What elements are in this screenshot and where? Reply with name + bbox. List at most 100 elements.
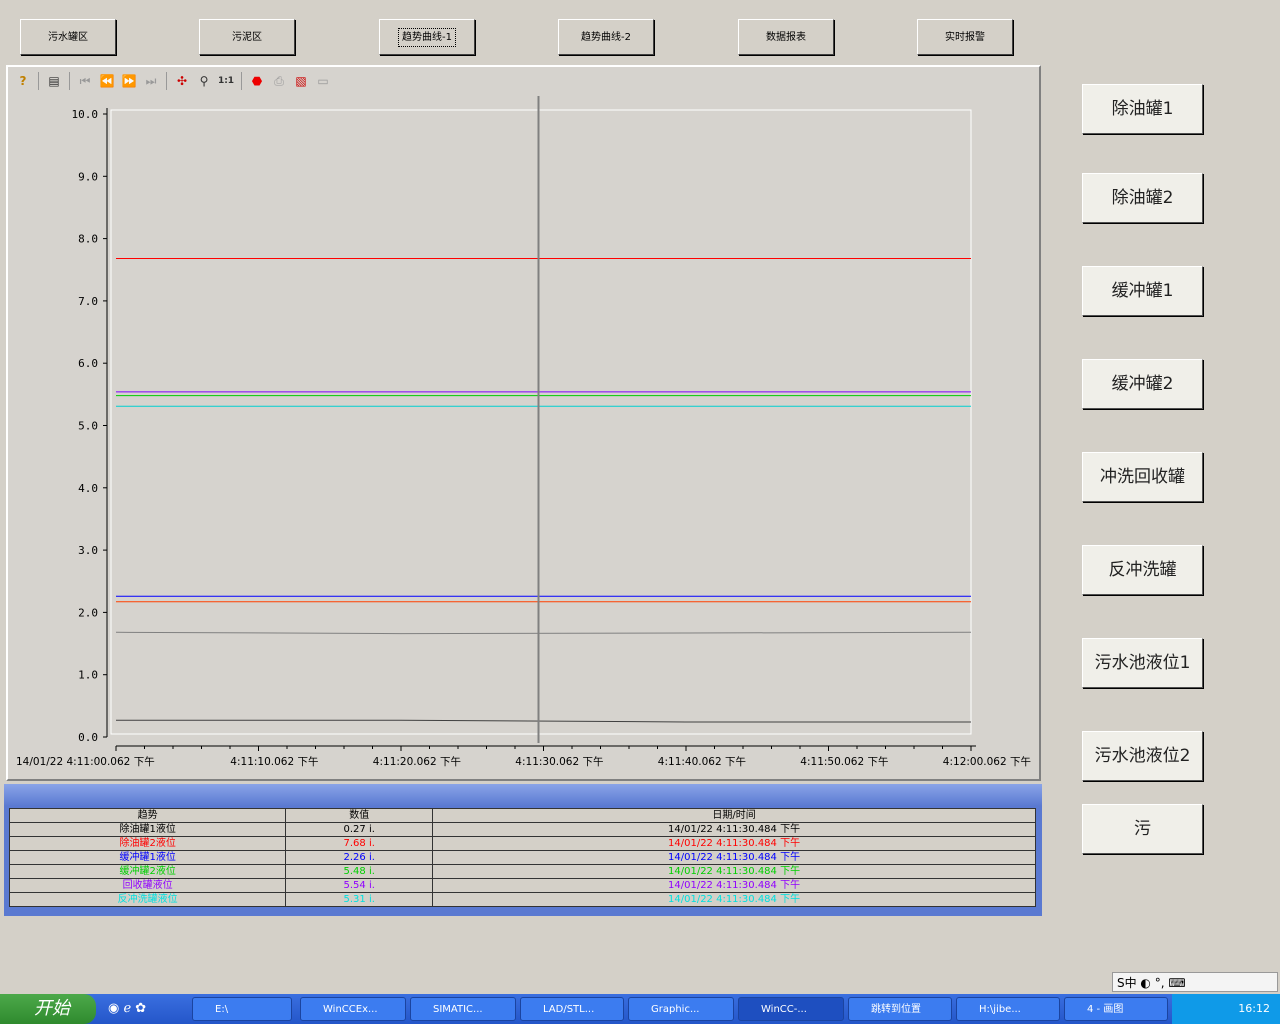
table-row: 回收罐液位 5.54 i. 14/01/22 4:11:30.484 下午: [8, 878, 1036, 893]
cell-time: 14/01/22 4:11:30.484 下午: [432, 864, 1036, 879]
cell-time: 14/01/22 4:11:30.484 下午: [432, 850, 1036, 865]
ime-status: S中 ◐ °, ⌨: [1117, 976, 1186, 990]
taskbar: 开始 ◉ ℯ ✿ E:\ WinCCEx... SIMATIC... LAD/S…: [0, 994, 1280, 1024]
nav-button-data-report[interactable]: 数据报表: [738, 19, 834, 55]
x-tick-label: 4:11:50.062 下午: [800, 755, 888, 768]
first-icon[interactable]: ⏮: [76, 72, 94, 90]
x-tick-label: 4:11:20.062 下午: [373, 755, 461, 768]
trend-chart[interactable]: 10.0 9.0 8.0 7.0 6.0 5.0 4.0 3.0 2.0 1.0 0.0 14/01…: [8, 94, 1039, 779]
plot-area: [110, 109, 972, 735]
toolbar-separator: [38, 72, 39, 90]
nav-button-sludge-area[interactable]: 污泥区: [199, 19, 295, 55]
cell-value: 5.48 i.: [285, 864, 434, 879]
col-value: 数值: [285, 808, 434, 823]
config-icon[interactable]: ▤: [45, 72, 63, 90]
side-button-sewage[interactable]: 污: [1082, 804, 1203, 854]
task-lad-stl[interactable]: LAD/STL...: [520, 997, 624, 1021]
cell-name: 除油罐1液位: [8, 822, 287, 837]
cell-value: 2.26 i.: [285, 850, 434, 865]
cell-time: 14/01/22 4:11:30.484 下午: [432, 892, 1036, 907]
ruler-icon[interactable]: ✣: [173, 72, 191, 90]
value-window-titlebar[interactable]: [4, 784, 1042, 806]
cell-name: 缓冲罐2液位: [8, 864, 287, 879]
table-row: 缓冲罐2液位 5.48 i. 14/01/22 4:11:30.484 下午: [8, 864, 1036, 879]
task-explorer-e[interactable]: E:\: [192, 997, 292, 1021]
table-row: 缓冲罐1液位 2.26 i. 14/01/22 4:11:30.484 下午: [8, 850, 1036, 865]
cell-name: 反冲洗罐液位: [8, 892, 287, 907]
task-wincc-runtime[interactable]: WinCC-...: [738, 997, 844, 1021]
x-tick-label: 4:12:00.062 下午: [943, 755, 1031, 768]
cell-time: 14/01/22 4:11:30.484 下午: [432, 822, 1036, 837]
side-button-backwash-tank[interactable]: 反冲洗罐: [1082, 545, 1203, 595]
help-icon[interactable]: ?: [14, 72, 32, 90]
y-tick-label: 1.0: [78, 669, 98, 682]
print-icon[interactable]: ⎙: [270, 72, 288, 90]
nav-button-wastewater-tanks[interactable]: 污水罐区: [20, 19, 116, 55]
table-row: 反冲洗罐液位 5.31 i. 14/01/22 4:11:30.484 下午: [8, 892, 1036, 907]
x-tick-label: 14/01/22 4:11:00.062 下午: [16, 755, 155, 768]
cell-time: 14/01/22 4:11:30.484 下午: [432, 878, 1036, 893]
y-axis: 10.0 9.0 8.0 7.0 6.0 5.0 4.0 3.0 2.0 1.0 0.0: [72, 108, 108, 744]
y-tick-label: 4.0: [78, 482, 98, 495]
x-tick-label: 4:11:10.062 下午: [230, 755, 318, 768]
y-tick-label: 8.0: [78, 233, 98, 246]
task-wincc-explorer[interactable]: WinCCEx...: [300, 997, 406, 1021]
side-button-buffer-tank-2[interactable]: 缓冲罐2: [1082, 359, 1203, 409]
task-goto-location[interactable]: 跳转到位置: [848, 997, 952, 1021]
nav-button-realtime-alarm[interactable]: 实时报警: [917, 19, 1013, 55]
trend-toolbar: ? ▤ ⏮ ⏪ ⏩ ⏭ ✣ ⚲ 1:1 ⬣ ⎙ ▧ ▭: [10, 69, 1037, 93]
side-button-sewage-level-2[interactable]: 污水池液位2: [1082, 731, 1203, 781]
cell-value: 7.68 i.: [285, 836, 434, 851]
ime-toolbar[interactable]: S中 ◐ °, ⌨: [1112, 972, 1278, 992]
trend-control: ? ▤ ⏮ ⏪ ⏩ ⏭ ✣ ⚲ 1:1 ⬣ ⎙ ▧ ▭ 10.0 9.0 8.0 7.…: [6, 65, 1041, 781]
y-tick-label: 6.0: [78, 357, 98, 370]
prev-icon[interactable]: ⏪: [98, 72, 116, 90]
y-tick-label: 0.0: [78, 731, 98, 744]
toolbar-separator: [69, 72, 70, 90]
side-button-oil-tank-2[interactable]: 除油罐2: [1082, 173, 1203, 223]
nav-button-trend-2[interactable]: 趋势曲线-2: [558, 19, 654, 55]
quicklaunch-icon[interactable]: ◉ ℯ ✿: [108, 1001, 146, 1016]
cell-time: 14/01/22 4:11:30.484 下午: [432, 836, 1036, 851]
task-graphics[interactable]: Graphic...: [628, 997, 734, 1021]
start-button[interactable]: 开始: [0, 994, 96, 1024]
stop-icon[interactable]: ⬣: [248, 72, 266, 90]
task-simatic[interactable]: SIMATIC...: [410, 997, 516, 1021]
cell-name: 回收罐液位: [8, 878, 287, 893]
task-paint[interactable]: 4 - 画图: [1064, 997, 1168, 1021]
ruler-value-window: 趋势 数值 日期/时间 除油罐1液位 0.27 i. 14/01/22 4:11:3…: [4, 784, 1042, 916]
cell-value: 5.31 i.: [285, 892, 434, 907]
side-button-buffer-tank-1[interactable]: 缓冲罐1: [1082, 266, 1203, 316]
cell-value: 0.27 i.: [285, 822, 434, 837]
toolbar-separator: [241, 72, 242, 90]
table-header-row: 趋势 数值 日期/时间: [8, 808, 1036, 823]
zoom-icon[interactable]: ⚲: [195, 72, 213, 90]
y-tick-label: 9.0: [78, 170, 98, 183]
next-icon[interactable]: ⏩: [120, 72, 138, 90]
table-row: 除油罐1液位 0.27 i. 14/01/22 4:11:30.484 下午: [8, 822, 1036, 837]
y-tick-label: 7.0: [78, 295, 98, 308]
clock: 16:12: [1238, 1002, 1270, 1015]
task-h-drive[interactable]: H:\jibe...: [956, 997, 1060, 1021]
y-tick-label: 5.0: [78, 420, 98, 433]
table-row: 除油罐2液位 7.68 i. 14/01/22 4:11:30.484 下午: [8, 836, 1036, 851]
nav-button-trend-1[interactable]: 趋势曲线-1: [379, 19, 475, 55]
col-trend: 趋势: [8, 808, 287, 823]
col-datetime: 日期/时间: [432, 808, 1036, 823]
value-table: 趋势 数值 日期/时间 除油罐1液位 0.27 i. 14/01/22 4:11:3…: [8, 808, 1036, 907]
x-axis: 14/01/22 4:11:00.062 下午 4:11:10.062 下午 4:1…: [16, 745, 1031, 768]
y-tick-label: 3.0: [78, 544, 98, 557]
y-tick-label: 2.0: [78, 606, 98, 619]
cell-name: 除油罐2液位: [8, 836, 287, 851]
cell-value: 5.54 i.: [285, 878, 434, 893]
system-tray: 16:12: [1172, 994, 1280, 1024]
side-button-sewage-level-1[interactable]: 污水池液位1: [1082, 638, 1203, 688]
y-tick-label: 10.0: [72, 108, 99, 121]
toolbar-separator: [166, 72, 167, 90]
original-icon[interactable]: 1:1: [217, 72, 235, 90]
chart-icon[interactable]: ▧: [292, 72, 310, 90]
side-button-oil-tank-1[interactable]: 除油罐1: [1082, 84, 1203, 134]
export-icon[interactable]: ▭: [314, 72, 332, 90]
last-icon[interactable]: ⏭: [142, 72, 160, 90]
side-button-flush-recovery-tank[interactable]: 冲洗回收罐: [1082, 452, 1203, 502]
